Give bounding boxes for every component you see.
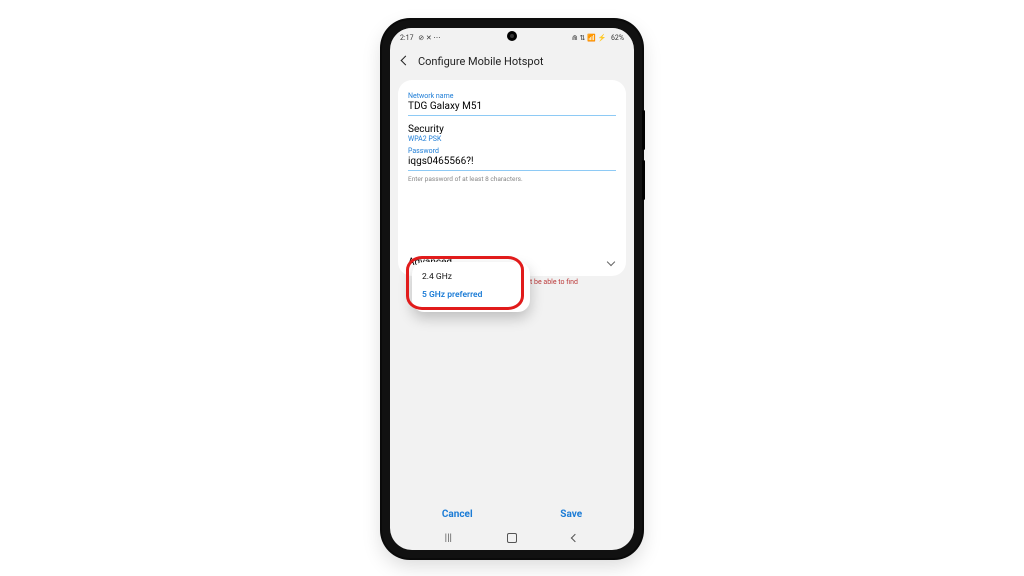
network-name-field[interactable]: TDG Galaxy M51 <box>408 100 616 116</box>
band-option-24ghz[interactable]: 2.4 GHz <box>422 268 520 286</box>
band-popup: 2.4 GHz 5 GHz preferred <box>412 262 530 312</box>
phone-frame: 2:17 ⊘ ✕ ⋯ ⋒ ⇅ 📶 ⚡ 62% Configure Mobile … <box>382 20 642 558</box>
password-label: Password <box>408 147 616 155</box>
punch-hole-camera <box>507 31 517 41</box>
status-battery-pct: 62% <box>611 34 624 42</box>
back-icon[interactable] <box>400 56 410 66</box>
security-label[interactable]: Security <box>408 124 616 135</box>
phone-screen: 2:17 ⊘ ✕ ⋯ ⋒ ⇅ 📶 ⚡ 62% Configure Mobile … <box>390 28 634 550</box>
band-warning-text: won't be able to find <box>516 278 626 286</box>
power-button <box>642 160 645 200</box>
network-name-label: Network name <box>408 92 616 100</box>
volume-button <box>642 110 645 150</box>
save-button[interactable]: Save <box>542 503 600 526</box>
app-bar: Configure Mobile Hotspot <box>390 46 634 76</box>
chevron-down-icon <box>606 258 616 268</box>
band-option-5ghz[interactable]: 5 GHz preferred <box>422 286 520 304</box>
nav-back-icon[interactable] <box>571 534 579 542</box>
action-bar: Cancel Save <box>398 503 626 526</box>
password-field[interactable]: iqgs0465566?! <box>408 155 616 171</box>
cancel-button[interactable]: Cancel <box>424 503 491 526</box>
status-time: 2:17 <box>400 34 414 42</box>
status-left-icons: ⊘ ✕ ⋯ <box>418 34 440 42</box>
nav-home-icon[interactable] <box>507 533 517 543</box>
status-right-icons: ⋒ ⇅ 📶 ⚡ <box>572 34 606 42</box>
nav-recents-icon[interactable]: ||| <box>445 533 452 544</box>
page-title: Configure Mobile Hotspot <box>418 55 543 68</box>
android-nav-bar: ||| <box>390 530 634 546</box>
settings-card: Network name TDG Galaxy M51 Security WPA… <box>398 80 626 276</box>
security-value: WPA2 PSK <box>408 135 616 143</box>
password-hint: Enter password of at least 8 characters. <box>408 175 616 183</box>
